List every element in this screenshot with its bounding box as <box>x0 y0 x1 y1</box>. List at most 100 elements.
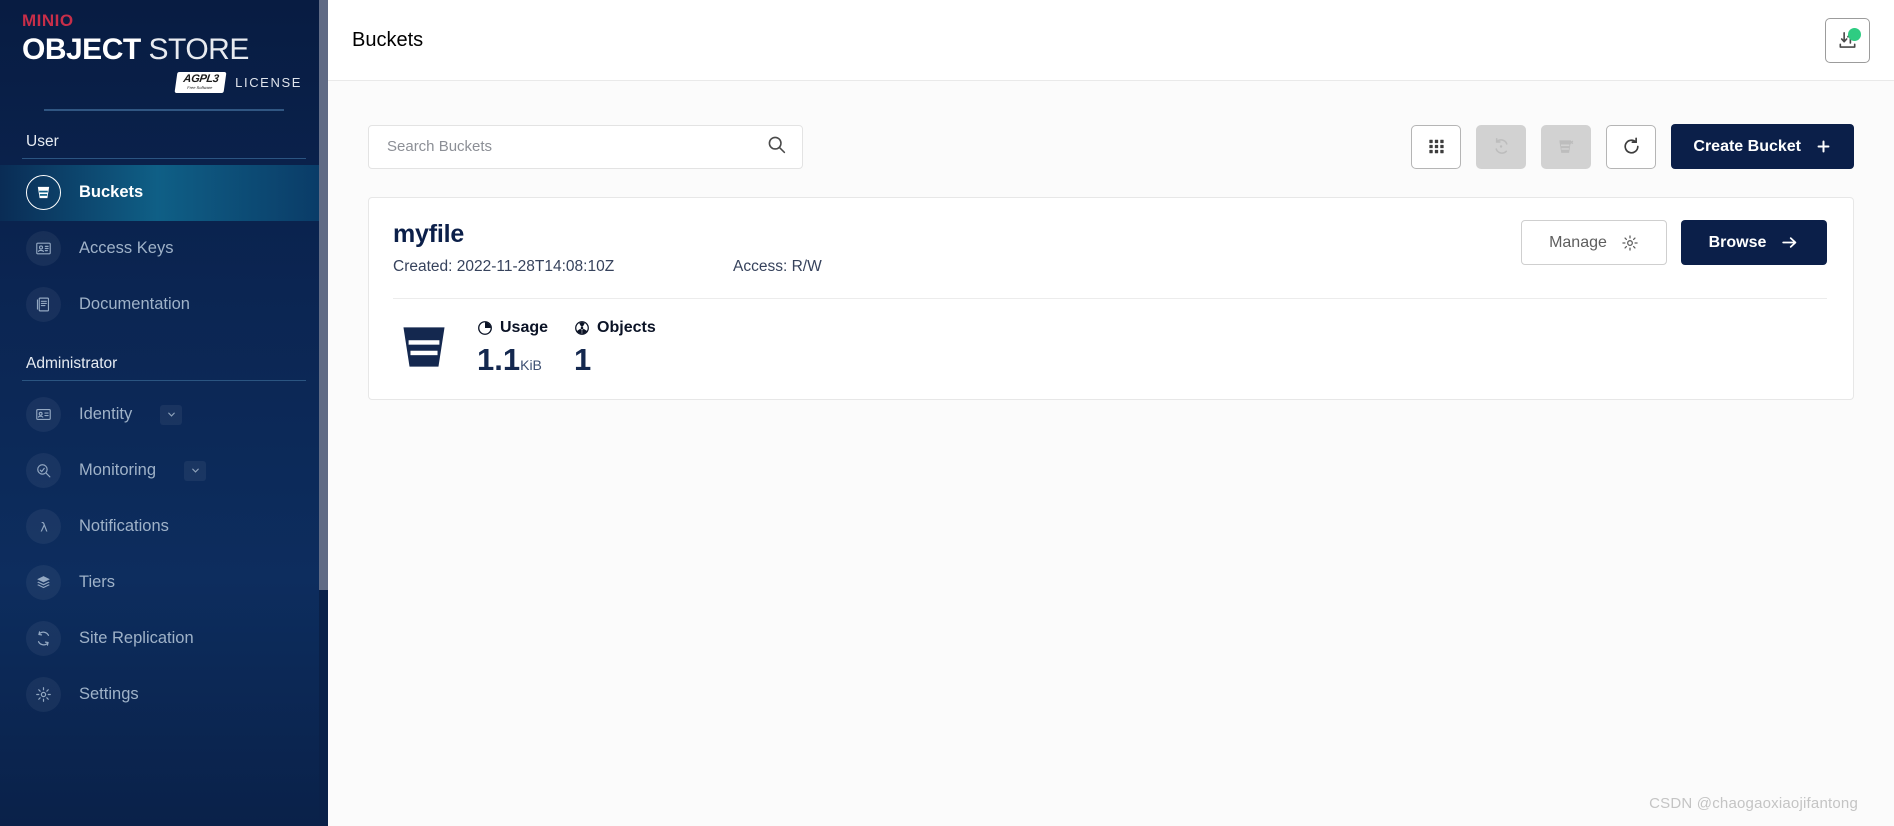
bucket-icon <box>26 175 61 211</box>
bucket-card-header: myfile Created: 2022-11-28T14:08:10Z Acc… <box>393 220 1827 276</box>
settings-gear-icon <box>26 677 61 713</box>
bucket-usage-value: 1.1 <box>477 342 521 377</box>
transfer-manager-button[interactable] <box>1825 17 1870 63</box>
bucket-meta: Created: 2022-11-28T14:08:10Z Access: R/… <box>393 258 822 276</box>
toolbar-actions: Create Bucket <box>1411 124 1854 169</box>
plus-icon <box>1817 140 1830 153</box>
sidebar-section-administrator-divider <box>22 379 306 381</box>
object-text: OBJECT <box>22 33 141 66</box>
bucket-usage-stat: Usage 1.1KiB <box>477 319 548 375</box>
bucket-stats: Usage 1.1KiB Objects 1 <box>393 299 1827 375</box>
bucket-name: myfile <box>393 220 465 248</box>
refresh-button[interactable] <box>1606 124 1657 169</box>
sidebar-item-label-site-replication: Site Replication <box>79 629 194 648</box>
svg-text:λ: λ <box>40 520 48 535</box>
page-header: Buckets <box>328 0 1894 81</box>
sidebar-scrollbar[interactable] <box>319 0 328 590</box>
documentation-icon <box>26 287 61 323</box>
bucket-usage-unit: KiB <box>520 357 542 373</box>
browse-bucket-button[interactable]: Browse <box>1681 220 1827 265</box>
object-store-wordmark: OBJECT STORE <box>22 35 306 65</box>
create-bucket-label: Create Bucket <box>1693 137 1801 155</box>
buckets-panel: Create Bucket myfile Created: 2022-11-28… <box>328 81 1894 400</box>
minio-io-text: IO <box>54 11 74 30</box>
sidebar-item-label-settings: Settings <box>79 685 139 704</box>
access-keys-icon <box>26 231 61 267</box>
app-root: MINIO OBJECT STORE AGPL3 Free Software L… <box>0 0 1894 826</box>
search-icon[interactable] <box>766 134 787 160</box>
monitoring-icon <box>26 453 61 489</box>
bucket-usage-value-row: 1.1KiB <box>477 344 548 375</box>
sidebar-item-settings[interactable]: Settings <box>0 667 328 723</box>
sidebar-section-administrator-title: Administrator <box>26 354 118 372</box>
manage-bucket-label: Manage <box>1549 233 1607 251</box>
select-multiple-buckets-button[interactable] <box>1411 124 1462 169</box>
site-replication-icon <box>26 621 61 657</box>
sidebar: MINIO OBJECT STORE AGPL3 Free Software L… <box>0 0 328 826</box>
page-title: Buckets <box>352 28 424 51</box>
bucket-usage-label: Usage <box>500 319 549 336</box>
bucket-access-label: Access: R/W <box>733 258 822 275</box>
sidebar-item-documentation[interactable]: Documentation <box>0 277 328 333</box>
reload-icon <box>1624 137 1639 154</box>
main-content: Buckets Search Buckets Create Bucket myf… <box>328 0 1894 826</box>
bucket-created-label: Created: 2022-11-28T14:08:10Z <box>393 258 615 275</box>
delete-selected-buckets-button <box>1541 124 1592 169</box>
buckets-toolbar: Create Bucket <box>368 124 1854 169</box>
tiers-icon <box>26 565 61 601</box>
sidebar-item-label-documentation: Documentation <box>79 295 190 314</box>
sidebar-item-monitoring[interactable]: Monitoring <box>0 443 328 499</box>
create-bucket-button[interactable]: Create Bucket <box>1671 124 1854 169</box>
sidebar-item-label-buckets: Buckets <box>79 183 144 202</box>
browse-bucket-label: Browse <box>1708 233 1767 251</box>
manage-bucket-button[interactable]: Manage <box>1521 220 1667 265</box>
bucket-objects-value: 1 <box>574 342 592 377</box>
lambda-icon: λ <box>26 509 61 545</box>
sidebar-item-label-tiers: Tiers <box>79 573 116 592</box>
bucket-icon <box>393 319 455 375</box>
identity-icon <box>26 397 61 433</box>
chevron-down-icon[interactable] <box>160 404 183 425</box>
sidebar-item-site-replication[interactable]: Site Replication <box>0 611 328 667</box>
objects-icon <box>575 321 589 335</box>
bucket-objects-stat: Objects 1 <box>574 319 656 375</box>
bucket-objects-label: Objects <box>597 319 656 336</box>
bucket-objects-label-row: Objects <box>574 319 656 337</box>
brand-logo: MINIO OBJECT STORE AGPL3 Free Software L… <box>0 0 328 111</box>
license-row: AGPL3 Free Software LICENSE <box>22 72 306 93</box>
sidebar-item-label-access-keys: Access Keys <box>79 239 174 258</box>
sidebar-item-notifications[interactable]: λ Notifications <box>0 499 328 555</box>
refresh-cycle-icon <box>1495 138 1508 154</box>
transfer-status-dot <box>1848 27 1861 41</box>
watermark: CSDN @chaogaoxiaojifantong <box>1649 795 1858 812</box>
brand-divider <box>44 108 284 111</box>
pie-chart-icon <box>478 321 492 335</box>
arrow-right-icon <box>1782 237 1797 248</box>
sidebar-section-user-divider <box>22 157 306 159</box>
sidebar-item-access-keys[interactable]: Access Keys <box>0 221 328 277</box>
store-text: STORE <box>148 33 250 66</box>
sidebar-item-identity[interactable]: Identity <box>0 387 328 443</box>
bucket-card-actions: Manage Browse <box>1521 220 1827 265</box>
delete-bucket-icon <box>1559 139 1574 153</box>
agpl-badge: AGPL3 Free Software <box>174 72 227 93</box>
minio-min-text: MIN <box>22 11 55 30</box>
sidebar-item-buckets[interactable]: Buckets <box>0 164 328 221</box>
sidebar-item-label-identity: Identity <box>79 405 133 424</box>
agpl-version-text: 3 <box>211 73 220 85</box>
agpl-text: AGPL <box>182 73 214 85</box>
minio-wordmark: MINIO <box>22 12 306 29</box>
bucket-usage-label-row: Usage <box>477 319 548 337</box>
search-bucket-container[interactable] <box>368 124 803 169</box>
sidebar-item-label-monitoring: Monitoring <box>79 461 157 480</box>
lifecycle-rules-button <box>1476 124 1527 169</box>
chevron-down-icon[interactable] <box>184 460 207 481</box>
sidebar-item-tiers[interactable]: Tiers <box>0 555 328 611</box>
search-input[interactable] <box>387 138 758 155</box>
grid-icon <box>1429 139 1444 154</box>
bucket-info: myfile Created: 2022-11-28T14:08:10Z Acc… <box>393 220 822 276</box>
bucket-card[interactable]: myfile Created: 2022-11-28T14:08:10Z Acc… <box>368 197 1854 400</box>
sidebar-section-user-title: User <box>26 132 59 150</box>
sidebar-scrollbar-track <box>319 590 328 826</box>
agpl-subtext: Free Software <box>186 84 213 90</box>
